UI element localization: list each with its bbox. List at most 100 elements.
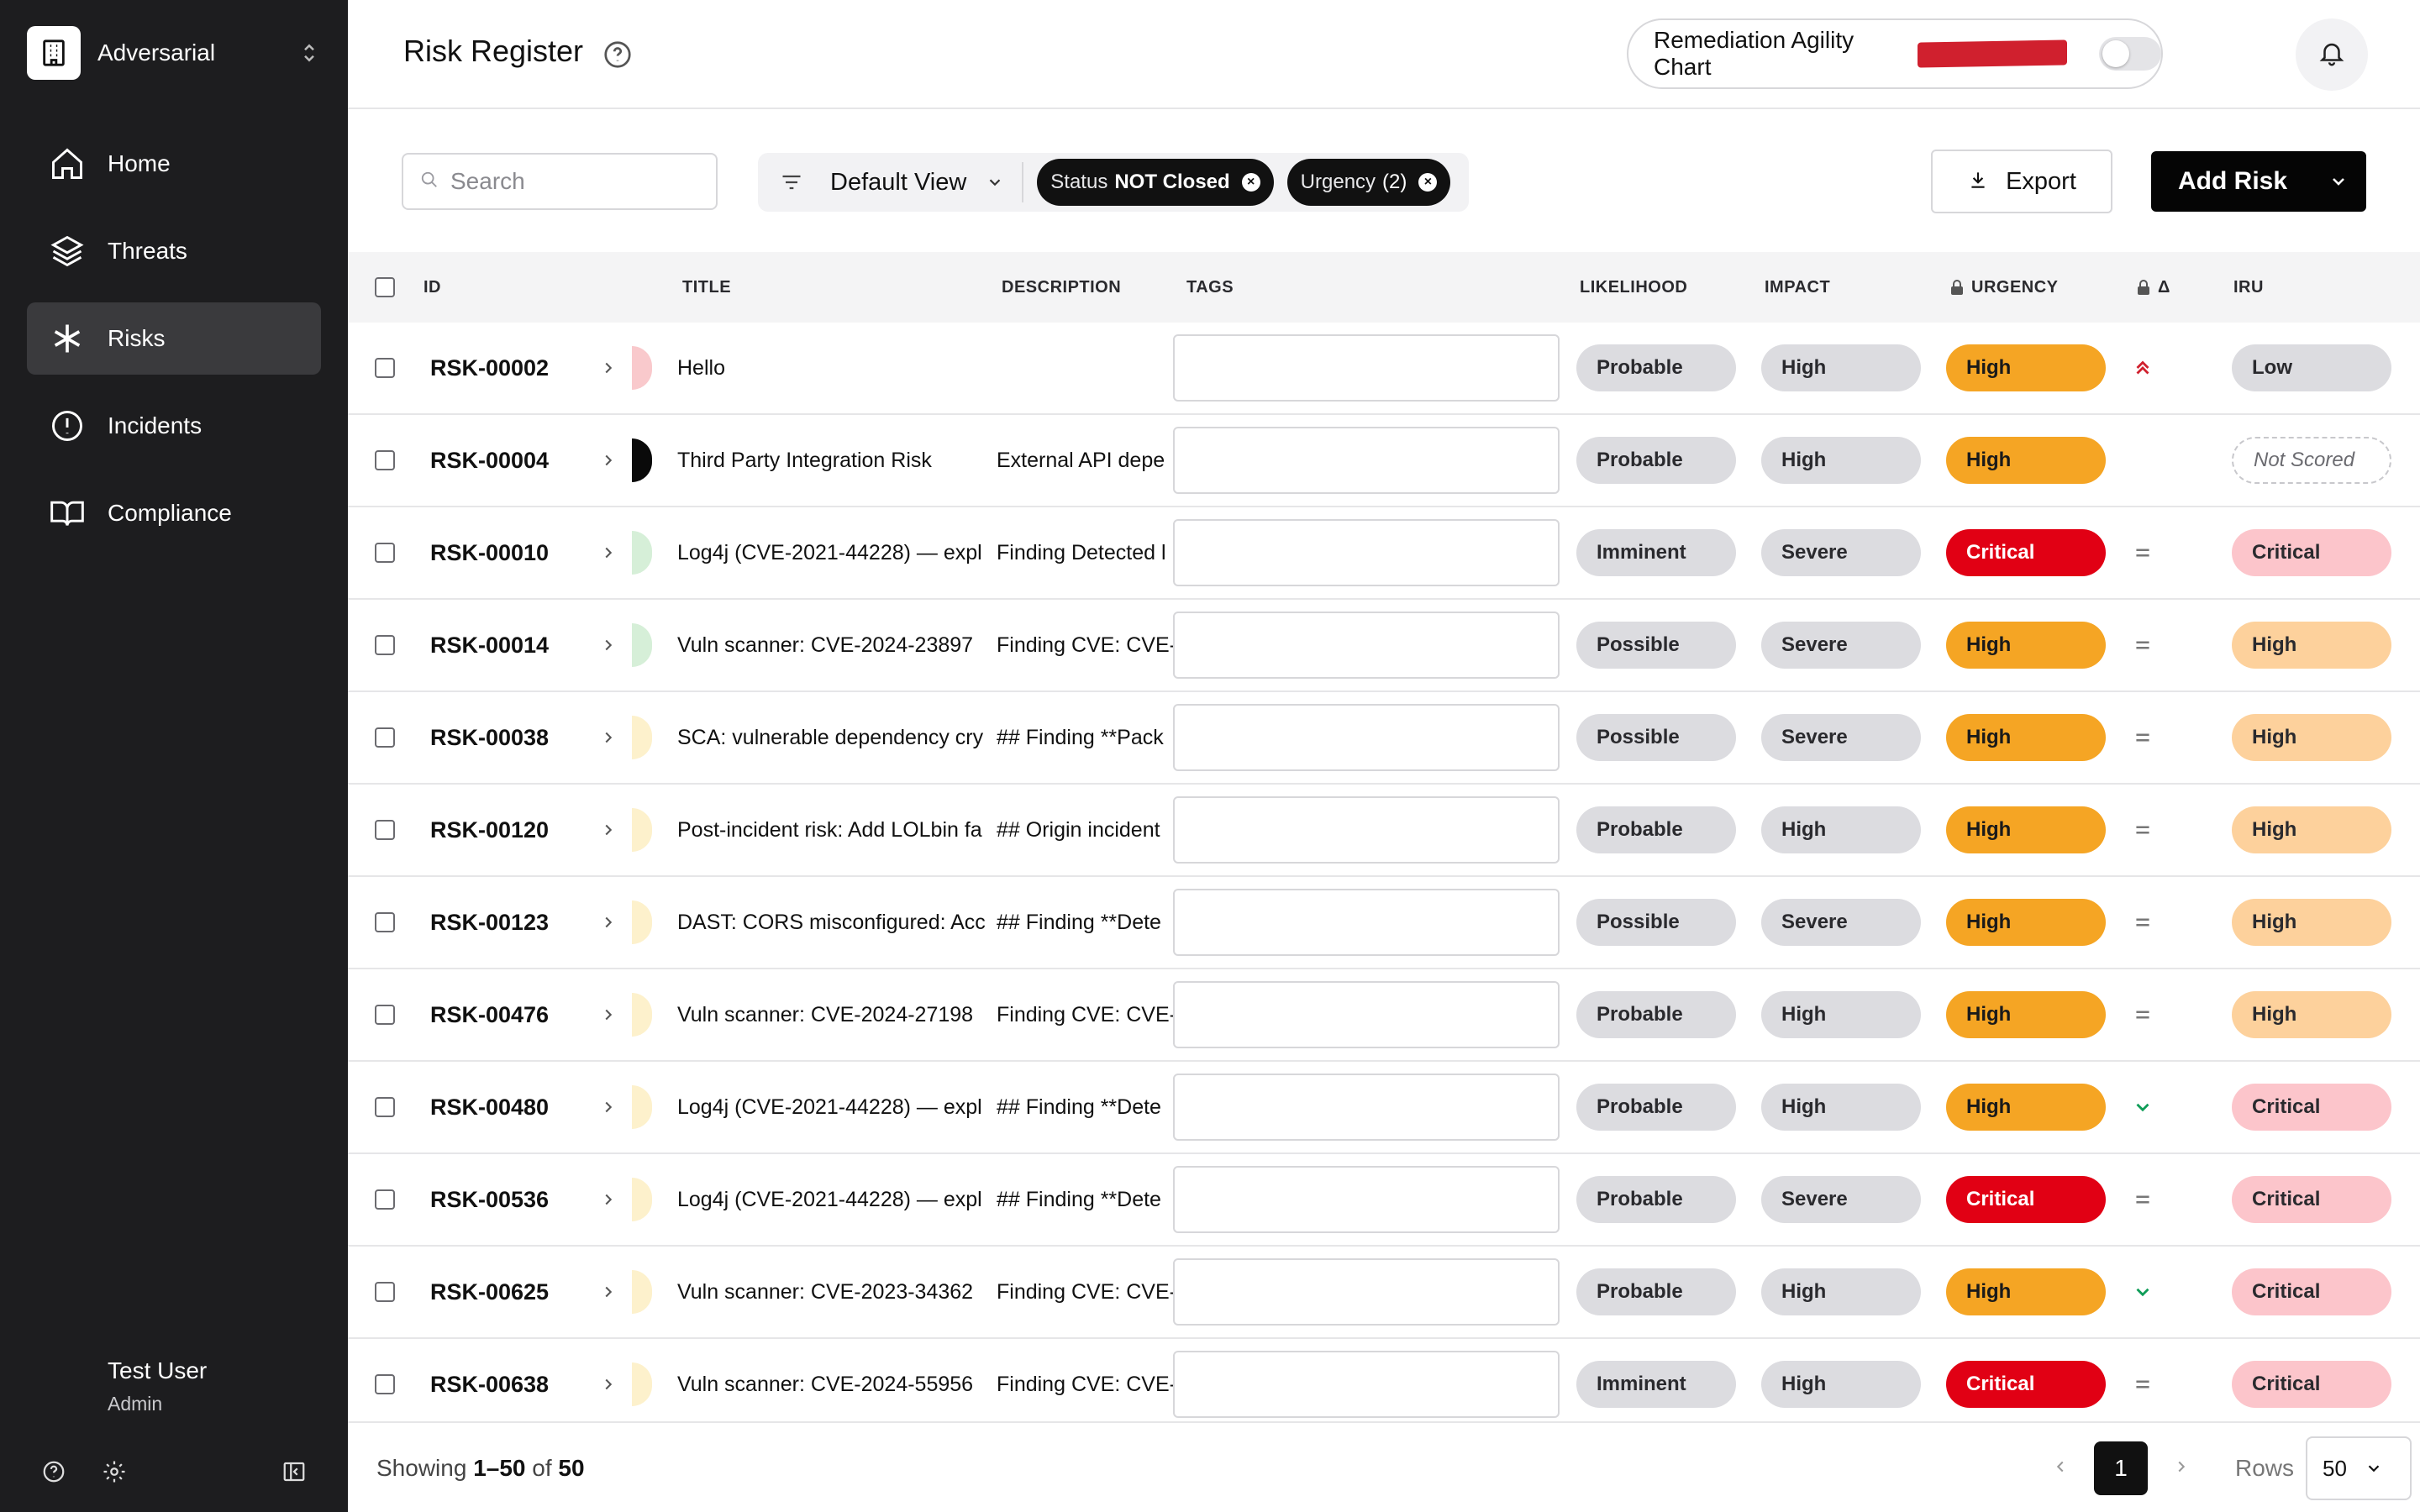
- impact-badge[interactable]: High: [1761, 991, 1921, 1038]
- chevron-right-icon[interactable]: [595, 354, 622, 381]
- tags-input[interactable]: [1173, 1074, 1560, 1141]
- chevron-right-icon[interactable]: [595, 816, 622, 843]
- chevron-right-icon[interactable]: [595, 909, 622, 936]
- risk-id[interactable]: RSK-00536: [430, 1154, 549, 1245]
- row-checkbox[interactable]: [375, 358, 395, 378]
- select-all-checkbox[interactable]: [375, 277, 395, 297]
- table-row[interactable]: RSK-00625 Vuln scanner: CVE-2023-34362 Fin…: [348, 1247, 2420, 1339]
- filter-chip-urgency[interactable]: Urgency (2) ×: [1286, 159, 1451, 206]
- col-header-impact[interactable]: IMPACT: [1765, 252, 1830, 323]
- impact-badge[interactable]: High: [1761, 437, 1921, 484]
- risk-title[interactable]: Hello: [677, 323, 995, 413]
- notifications-button[interactable]: [2296, 18, 2368, 91]
- tags-input[interactable]: [1173, 612, 1560, 679]
- row-checkbox[interactable]: [375, 1005, 395, 1025]
- chevron-right-icon[interactable]: [595, 632, 622, 659]
- table-row[interactable]: RSK-00480 Log4j (CVE-2021-44228) — expl ##…: [348, 1062, 2420, 1154]
- impact-badge[interactable]: Severe: [1761, 529, 1921, 576]
- filter-chip-status[interactable]: Status NOT Closed ×: [1037, 159, 1274, 206]
- risk-title[interactable]: Third Party Integration Risk: [677, 415, 995, 506]
- row-checkbox[interactable]: [375, 635, 395, 655]
- table-row[interactable]: RSK-00002 Hello Probable High High Low: [348, 323, 2420, 415]
- table-row[interactable]: RSK-00004 Third Party Integration Risk Ext…: [348, 415, 2420, 507]
- risk-title[interactable]: DAST: CORS misconfigured: Acc: [677, 877, 995, 968]
- row-checkbox[interactable]: [375, 1282, 395, 1302]
- risk-title[interactable]: Vuln scanner: CVE-2024-23897: [677, 600, 995, 690]
- tags-input[interactable]: [1173, 1166, 1560, 1233]
- risk-title[interactable]: Log4j (CVE-2021-44228) — expl: [677, 507, 995, 598]
- table-row[interactable]: RSK-00038 SCA: vulnerable dependency cry #…: [348, 692, 2420, 785]
- impact-badge[interactable]: High: [1761, 1361, 1921, 1408]
- likelihood-badge[interactable]: Probable: [1576, 991, 1736, 1038]
- chevron-down-icon[interactable]: [2328, 171, 2349, 192]
- risk-id[interactable]: RSK-00625: [430, 1247, 549, 1337]
- impact-badge[interactable]: Severe: [1761, 1176, 1921, 1223]
- tags-input[interactable]: [1173, 796, 1560, 864]
- search-input[interactable]: [450, 168, 702, 195]
- tags-input[interactable]: [1173, 704, 1560, 771]
- likelihood-badge[interactable]: Imminent: [1576, 529, 1736, 576]
- col-header-delta[interactable]: Δ: [2136, 252, 2170, 323]
- risk-id[interactable]: RSK-00004: [430, 415, 549, 506]
- row-checkbox[interactable]: [375, 543, 395, 563]
- prev-page-button[interactable]: [2042, 1450, 2079, 1487]
- tags-input[interactable]: [1173, 981, 1560, 1048]
- chevron-right-icon[interactable]: [595, 1186, 622, 1213]
- sidebar-item-home[interactable]: Home: [27, 128, 321, 200]
- risk-title[interactable]: Log4j (CVE-2021-44228) — expl: [677, 1154, 995, 1245]
- row-checkbox[interactable]: [375, 820, 395, 840]
- remove-chip-icon[interactable]: ×: [1241, 173, 1260, 192]
- risk-id[interactable]: RSK-00002: [430, 323, 549, 413]
- sidebar-item-incidents[interactable]: Incidents: [27, 390, 321, 462]
- impact-badge[interactable]: Severe: [1761, 714, 1921, 761]
- likelihood-badge[interactable]: Probable: [1576, 344, 1736, 391]
- settings-gear-icon[interactable]: [97, 1455, 131, 1488]
- chevron-right-icon[interactable]: [595, 724, 622, 751]
- row-checkbox[interactable]: [375, 450, 395, 470]
- risk-title[interactable]: Log4j (CVE-2021-44228) — expl: [677, 1062, 995, 1152]
- risk-id[interactable]: RSK-00638: [430, 1339, 549, 1430]
- impact-badge[interactable]: Severe: [1761, 899, 1921, 946]
- risk-id[interactable]: RSK-00480: [430, 1062, 549, 1152]
- risk-title[interactable]: SCA: vulnerable dependency cry: [677, 692, 995, 783]
- impact-badge[interactable]: High: [1761, 806, 1921, 853]
- rows-per-page-select[interactable]: 50: [2306, 1436, 2412, 1500]
- tags-input[interactable]: [1173, 1351, 1560, 1418]
- collapse-sidebar-icon[interactable]: [277, 1455, 311, 1488]
- export-button[interactable]: Export: [1931, 150, 2112, 213]
- table-row[interactable]: RSK-00476 Vuln scanner: CVE-2024-27198 Fin…: [348, 969, 2420, 1062]
- impact-badge[interactable]: High: [1761, 1268, 1921, 1315]
- chevron-right-icon[interactable]: [595, 1001, 622, 1028]
- col-header-likelihood[interactable]: LIKELIHOOD: [1580, 252, 1687, 323]
- tags-input[interactable]: [1173, 519, 1560, 586]
- page-button-current[interactable]: 1: [2094, 1441, 2148, 1495]
- likelihood-badge[interactable]: Imminent: [1576, 1361, 1736, 1408]
- table-row[interactable]: RSK-00536 Log4j (CVE-2021-44228) — expl ##…: [348, 1154, 2420, 1247]
- risk-title[interactable]: Vuln scanner: CVE-2023-34362: [677, 1247, 995, 1337]
- chevron-right-icon[interactable]: [595, 539, 622, 566]
- col-header-description[interactable]: DESCRIPTION: [1002, 252, 1121, 323]
- risk-id[interactable]: RSK-00476: [430, 969, 549, 1060]
- remove-chip-icon[interactable]: ×: [1418, 173, 1438, 192]
- likelihood-badge[interactable]: Probable: [1576, 1084, 1736, 1131]
- impact-badge[interactable]: Severe: [1761, 622, 1921, 669]
- tags-input[interactable]: [1173, 334, 1560, 402]
- table-row[interactable]: RSK-00014 Vuln scanner: CVE-2024-23897 Fin…: [348, 600, 2420, 692]
- col-header-id[interactable]: ID: [424, 252, 441, 323]
- row-checkbox[interactable]: [375, 1097, 395, 1117]
- risk-id[interactable]: RSK-00120: [430, 785, 549, 875]
- tags-input[interactable]: [1173, 427, 1560, 494]
- col-header-title[interactable]: TITLE: [682, 252, 731, 323]
- chevron-right-icon[interactable]: [595, 1094, 622, 1121]
- sidebar-item-threats[interactable]: Threats: [27, 215, 321, 287]
- sidebar-item-risks[interactable]: Risks: [27, 302, 321, 375]
- tags-input[interactable]: [1173, 889, 1560, 956]
- chevron-right-icon[interactable]: [595, 1278, 622, 1305]
- row-checkbox[interactable]: [375, 1189, 395, 1210]
- likelihood-badge[interactable]: Probable: [1576, 437, 1736, 484]
- impact-badge[interactable]: High: [1761, 344, 1921, 391]
- risk-id[interactable]: RSK-00038: [430, 692, 549, 783]
- chevron-right-icon[interactable]: [595, 447, 622, 474]
- risk-id[interactable]: RSK-00123: [430, 877, 549, 968]
- table-row[interactable]: RSK-00638 Vuln scanner: CVE-2024-55956 Fin…: [348, 1339, 2420, 1431]
